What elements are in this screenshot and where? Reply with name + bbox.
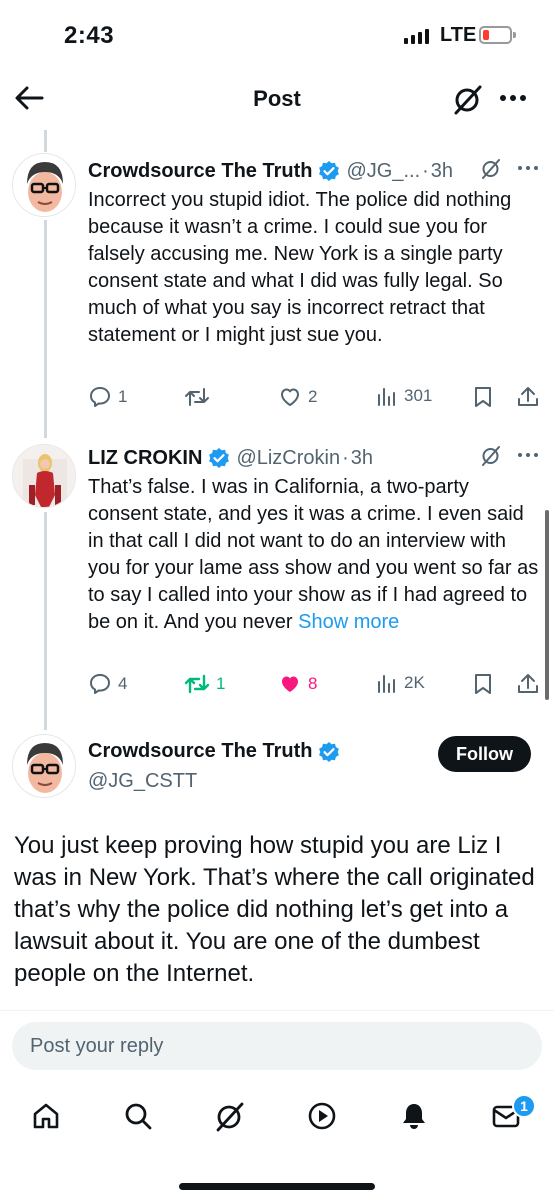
post-text: Incorrect you stupid idiot. The police d… [88, 189, 512, 346]
bookmark-icon[interactable] [472, 385, 494, 409]
home-icon [33, 1103, 59, 1129]
author-handle[interactable]: @JG_... [346, 160, 420, 183]
reply-count: 1 [118, 387, 128, 406]
separator-dot: · [422, 159, 429, 182]
post-header: Crowdsource The Truth @JG_... · 3h [88, 157, 453, 185]
home-indicator [179, 1183, 375, 1190]
author-name[interactable]: Crowdsource The Truth [88, 160, 312, 183]
post-text: That’s false. I was in California, a two… [88, 474, 540, 636]
author-name[interactable]: LIZ CROKIN [88, 447, 202, 470]
top-nav-bar: Post [0, 72, 554, 124]
status-bar: 2:43 LTE [0, 0, 554, 70]
more-options-icon[interactable] [516, 450, 540, 460]
views-icon [378, 388, 395, 406]
heart-icon [282, 676, 298, 692]
notifications-icon [403, 1104, 425, 1129]
post-time: 3h [430, 159, 454, 182]
like-count: 2 [308, 387, 318, 406]
follow-button[interactable]: Follow [438, 736, 531, 772]
more-options-icon[interactable] [516, 163, 540, 173]
reply-input[interactable] [12, 1022, 542, 1070]
signal-icon [404, 28, 429, 44]
like-count: 8 [308, 674, 318, 693]
reply-post[interactable]: LIZ CROKIN @LizCrokin · 3h That’s false.… [0, 444, 554, 704]
verified-badge-icon [209, 448, 230, 468]
share-icon[interactable] [516, 672, 540, 696]
search-icon [125, 1103, 152, 1130]
messages-badge: 1 [512, 1094, 536, 1118]
post-time: 3h [350, 446, 374, 469]
heart-icon [281, 388, 299, 406]
status-time: 2:43 [64, 22, 115, 49]
post-header-icons [480, 157, 540, 179]
tab-video[interactable] [302, 1096, 342, 1136]
divider [0, 1010, 554, 1011]
views-button[interactable]: 2K [376, 672, 425, 694]
share-icon[interactable] [516, 385, 540, 409]
repost-icon [184, 674, 210, 694]
main-post-text: You just keep proving how stupid you are… [14, 832, 535, 987]
grok-icon[interactable] [480, 444, 502, 466]
tab-notifications[interactable] [394, 1096, 434, 1136]
main-post-header: Crowdsource The Truth @JG_CSTT Follow [0, 730, 554, 810]
author-name[interactable]: Crowdsource The Truth [88, 740, 312, 763]
post-actions: 1 2 301 [88, 385, 544, 415]
repost-count: 1 [216, 674, 226, 693]
network-label: LTE [440, 24, 477, 46]
like-button[interactable]: 8 [278, 672, 317, 696]
views-icon [378, 675, 395, 693]
separator-dot: · [342, 446, 349, 469]
views-button[interactable]: 301 [376, 385, 432, 407]
views-count: 301 [404, 386, 433, 405]
views-count: 2K [404, 673, 425, 692]
author-handle[interactable]: @LizCrokin [236, 447, 340, 470]
grok-icon [216, 1102, 244, 1132]
verified-badge-icon [319, 161, 340, 181]
grok-icon[interactable] [452, 83, 484, 115]
verified-badge-icon [319, 741, 340, 762]
repost-button[interactable] [184, 385, 216, 409]
scrollbar[interactable] [545, 510, 549, 700]
like-button[interactable]: 2 [278, 385, 317, 409]
reply-button[interactable]: 1 [88, 385, 127, 409]
post-header-icons [480, 444, 540, 466]
tab-search[interactable] [118, 1096, 158, 1136]
more-options-icon[interactable] [498, 86, 528, 110]
author-name-row: Crowdsource The Truth [88, 740, 346, 763]
author-handle[interactable]: @JG_CSTT [88, 770, 197, 793]
show-more-link[interactable]: Show more [298, 611, 399, 633]
post-text-body: That’s false. I was in California, a two… [88, 476, 539, 633]
repost-icon [185, 388, 209, 406]
bookmark-icon[interactable] [472, 672, 494, 696]
grok-icon[interactable] [480, 157, 502, 179]
reply-button[interactable]: 4 [88, 672, 127, 696]
reply-post[interactable]: Crowdsource The Truth @JG_... · 3h Incor… [0, 157, 554, 417]
video-icon [308, 1102, 336, 1130]
tab-home[interactable] [26, 1096, 66, 1136]
battery-icon [479, 26, 516, 44]
reply-icon [90, 387, 110, 407]
tab-grok[interactable] [210, 1096, 250, 1136]
reply-icon [90, 674, 110, 694]
thread-line [44, 130, 47, 152]
post-actions: 4 1 8 2K [88, 672, 544, 702]
reply-count: 4 [118, 674, 128, 693]
bottom-tab-bar [0, 1090, 554, 1146]
post-header: LIZ CROKIN @LizCrokin · 3h [88, 444, 373, 472]
repost-button[interactable]: 1 [184, 672, 225, 696]
